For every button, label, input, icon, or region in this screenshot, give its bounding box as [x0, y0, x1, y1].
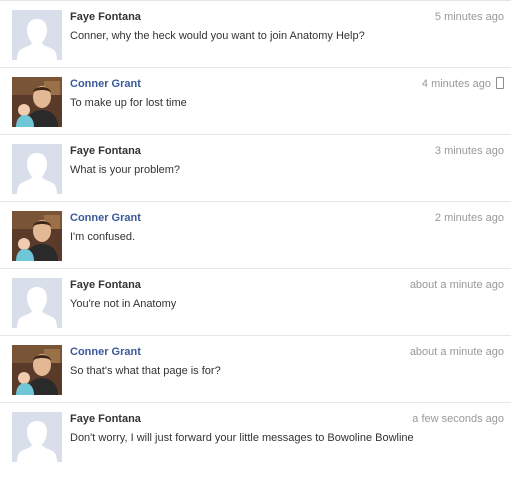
author-name[interactable]: Faye Fontana: [70, 278, 141, 292]
avatar-conner[interactable]: [12, 77, 62, 127]
author-name[interactable]: Conner Grant: [70, 211, 141, 225]
avatar-faye[interactable]: [12, 144, 62, 194]
timestamp: a few seconds ago: [412, 412, 504, 426]
message-item: Faye Fontana 3 minutes ago What is your …: [0, 135, 511, 202]
message-text: Conner, why the heck would you want to j…: [70, 30, 365, 42]
message-item: Conner Grant 2 minutes ago I'm confused.: [0, 202, 511, 269]
message-text: Don't worry, I will just forward your li…: [70, 432, 414, 444]
author-name[interactable]: Faye Fontana: [70, 10, 141, 24]
timestamp-text: a few seconds ago: [412, 413, 504, 426]
timestamp: about a minute ago: [410, 345, 504, 359]
message-text: To make up for lost time: [70, 97, 187, 109]
message-text: So that's what that page is for?: [70, 365, 221, 377]
avatar-faye[interactable]: [12, 278, 62, 328]
message-text: You're not in Anatomy: [70, 298, 177, 310]
timestamp-text: about a minute ago: [409, 279, 504, 292]
author-name[interactable]: Faye Fontana: [70, 144, 141, 158]
profile-photo: [12, 211, 62, 261]
message-item: Conner Grant about a minute ago So that'…: [0, 336, 511, 403]
profile-photo: [12, 77, 62, 127]
profile-photo: [12, 345, 62, 395]
timestamp-text: 5 minutes ago: [434, 11, 504, 24]
message-item: Conner Grant 4 minutes ago To make up fo…: [0, 68, 511, 135]
message-item: Faye Fontana about a minute ago You're n…: [0, 269, 511, 336]
message-text: What is your problem?: [70, 164, 181, 176]
author-name[interactable]: Faye Fontana: [70, 412, 141, 426]
author-name[interactable]: Conner Grant: [70, 77, 141, 91]
timestamp: 2 minutes ago: [435, 211, 504, 225]
avatar-conner[interactable]: [12, 211, 62, 261]
message-text: I'm confused.: [70, 231, 136, 243]
avatar-conner[interactable]: [12, 345, 62, 395]
timestamp-text: 3 minutes ago: [434, 145, 504, 158]
author-name[interactable]: Conner Grant: [70, 345, 141, 359]
avatar-faye[interactable]: [12, 412, 62, 462]
default-profile-silhouette-icon: [12, 10, 62, 60]
message-item: Faye Fontana a few seconds ago Don't wor…: [0, 403, 511, 473]
default-profile-silhouette-icon: [12, 412, 62, 462]
timestamp-text: about a minute ago: [409, 346, 504, 359]
mobile-phone-icon: [496, 77, 504, 90]
avatar-faye[interactable]: [12, 10, 62, 60]
timestamp: 4 minutes ago: [422, 77, 504, 91]
default-profile-silhouette-icon: [12, 278, 62, 328]
timestamp: 3 minutes ago: [435, 144, 504, 158]
timestamp-text: 4 minutes ago: [421, 78, 491, 91]
message-item: Faye Fontana 5 minutes ago Conner, why t…: [0, 1, 511, 68]
timestamp-text: 2 minutes ago: [434, 212, 504, 225]
default-profile-silhouette-icon: [12, 144, 62, 194]
timestamp: 5 minutes ago: [435, 10, 504, 24]
timestamp: about a minute ago: [410, 278, 504, 292]
